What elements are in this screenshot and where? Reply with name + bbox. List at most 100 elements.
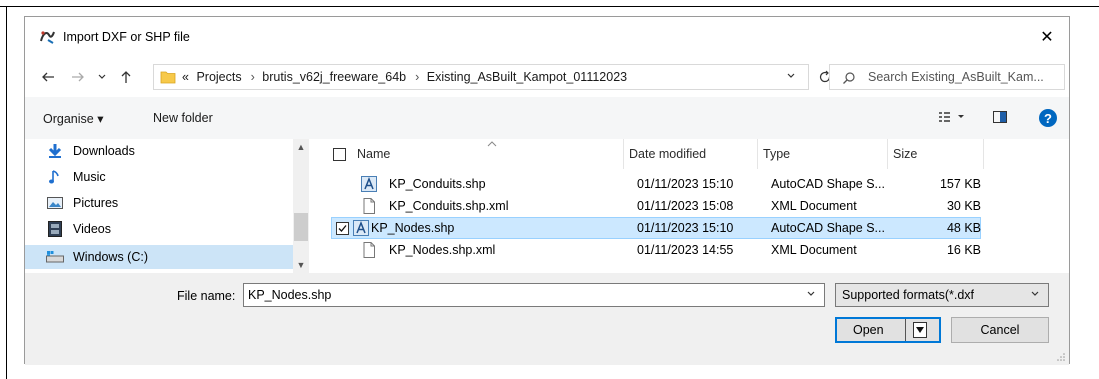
- navigation-pane: Downloads Music Pictures Videos Windows …: [25, 139, 311, 273]
- file-size: 157 KB: [939, 177, 981, 191]
- file-size: 16 KB: [946, 243, 981, 257]
- file-type: XML Document: [771, 199, 857, 213]
- sidebar-item-label: Windows (C:): [73, 250, 149, 264]
- open-button-label: Open: [853, 323, 884, 337]
- column-divider: [983, 139, 984, 169]
- address-dropdown-icon[interactable]: [786, 71, 796, 81]
- file-name-label: File name:: [177, 289, 236, 303]
- help-icon[interactable]: ?: [1039, 109, 1057, 127]
- folder-icon: [160, 71, 176, 84]
- chevron-down-icon: [916, 327, 924, 333]
- breadcrumb-brutis[interactable]: brutis_v62j_freeware_64b: [262, 70, 406, 84]
- breadcrumb-separator: ›: [250, 70, 255, 84]
- download-arrow-icon: [45, 143, 65, 159]
- autocad-shape-icon: [361, 176, 377, 192]
- search-placeholder: Search Existing_AsBuilt_Kam...: [868, 70, 1044, 84]
- back-button[interactable]: [39, 68, 57, 86]
- address-path[interactable]: « Projects › brutis_v62j_freeware_64b › Ex…: [153, 64, 809, 90]
- window-title: Import DXF or SHP file: [63, 30, 190, 44]
- scroll-down-arrow-icon[interactable]: ▼: [293, 257, 309, 273]
- table-row[interactable]: KP_Nodes.shp.xml 01/11/2023 14:55 XML Do…: [331, 239, 981, 261]
- split-divider: [905, 319, 906, 341]
- file-name-field[interactable]: KP_Nodes.shp: [243, 283, 825, 307]
- column-divider: [623, 139, 624, 169]
- breadcrumb-existing-asbuilt[interactable]: Existing_AsBuilt_Kampot_01112023: [427, 70, 627, 84]
- table-row[interactable]: KP_Conduits.shp 01/11/2023 15:10 AutoCAD…: [331, 173, 981, 195]
- file-date: 01/11/2023 14:55: [637, 243, 734, 257]
- cancel-button[interactable]: Cancel: [951, 317, 1049, 343]
- document-icon: [363, 198, 375, 214]
- view-list-icon: [939, 112, 964, 122]
- preview-pane-button[interactable]: [993, 111, 1007, 126]
- table-row[interactable]: KP_Conduits.shp.xml 01/11/2023 15:08 XML…: [331, 195, 981, 217]
- close-icon: ✕: [1040, 29, 1054, 46]
- content-area: Downloads Music Pictures Videos Windows …: [25, 139, 1069, 273]
- pictures-icon: [45, 195, 65, 211]
- command-bar: Organise ▾ New folder ?: [25, 97, 1069, 139]
- column-header-size[interactable]: Size: [893, 139, 917, 169]
- organise-button[interactable]: Organise ▾: [43, 111, 103, 126]
- breadcrumb-projects[interactable]: Projects: [196, 70, 241, 84]
- search-input[interactable]: Search Existing_AsBuilt_Kam...: [829, 64, 1065, 90]
- column-header-date[interactable]: Date modified: [629, 139, 706, 169]
- file-type: AutoCAD Shape S...: [771, 221, 885, 235]
- breadcrumb-overflow[interactable]: «: [182, 70, 189, 84]
- forward-arrow-icon: [72, 72, 84, 82]
- new-folder-button[interactable]: New folder: [153, 111, 213, 125]
- sidebar-item-pictures[interactable]: Pictures: [45, 191, 307, 215]
- file-name: KP_Conduits.shp.xml: [389, 199, 509, 213]
- column-divider: [757, 139, 758, 169]
- import-dialog: Import DXF or SHP file ✕ « Projects › bru…: [24, 16, 1070, 365]
- sidebar-item-downloads[interactable]: Downloads: [45, 139, 307, 163]
- column-header-name[interactable]: Name: [357, 139, 390, 169]
- address-bar: « Projects › brutis_v62j_freeware_64b › Ex…: [25, 57, 1069, 97]
- file-date: 01/11/2023 15:10: [637, 221, 734, 235]
- back-arrow-icon: [42, 72, 54, 82]
- resize-grip-icon[interactable]: [1056, 352, 1066, 362]
- sidebar-item-label: Pictures: [73, 196, 119, 210]
- close-button[interactable]: ✕: [1025, 17, 1069, 57]
- file-type-filter-value: Supported formats(*.dxf: [842, 288, 975, 302]
- preview-pane-icon: [993, 111, 1007, 123]
- scrollbar-thumb[interactable]: [294, 213, 308, 241]
- open-button[interactable]: Open: [835, 317, 941, 343]
- column-divider: [887, 139, 888, 169]
- recent-locations-button[interactable]: [93, 68, 111, 86]
- navigation-scrollbar[interactable]: ▲ ▼: [293, 139, 309, 273]
- row-checkbox-checked[interactable]: [336, 222, 349, 235]
- drive-icon: [45, 249, 65, 265]
- search-icon: [843, 72, 855, 84]
- file-size: 48 KB: [946, 221, 981, 235]
- file-type-filter[interactable]: Supported formats(*.dxf: [835, 283, 1049, 307]
- sidebar-item-label: Videos: [73, 222, 111, 236]
- column-header-type[interactable]: Type: [763, 139, 790, 169]
- videos-icon: [45, 221, 65, 237]
- checkmark-icon: [338, 225, 347, 232]
- sidebar-item-label: Music: [73, 170, 106, 184]
- open-options-dropdown[interactable]: [913, 322, 927, 338]
- background-border-left: [6, 6, 7, 379]
- table-row-selected[interactable]: KP_Nodes.shp 01/11/2023 15:10 AutoCAD Sh…: [331, 217, 981, 239]
- sort-ascending-icon: [487, 141, 497, 147]
- sidebar-item-music[interactable]: Music: [45, 165, 307, 189]
- view-options-button[interactable]: [939, 111, 969, 126]
- file-size: 30 KB: [946, 199, 981, 213]
- breadcrumb-separator: ›: [415, 70, 420, 84]
- chevron-down-icon[interactable]: [806, 289, 816, 299]
- up-button[interactable]: [117, 68, 135, 86]
- select-all-checkbox[interactable]: [333, 148, 346, 161]
- file-name-value: KP_Nodes.shp: [248, 288, 332, 302]
- file-name: KP_Nodes.shp.xml: [389, 243, 496, 257]
- chevron-down-icon: [98, 74, 106, 79]
- file-type: AutoCAD Shape S...: [771, 177, 885, 191]
- file-type: XML Document: [771, 243, 857, 257]
- sidebar-item-windows-drive[interactable]: Windows (C:): [25, 245, 293, 269]
- forward-button[interactable]: [69, 68, 87, 86]
- file-name: KP_Conduits.shp: [389, 177, 486, 191]
- autocad-shape-icon: [353, 220, 369, 236]
- background-border-top: [0, 6, 1099, 7]
- sidebar-item-videos[interactable]: Videos: [45, 217, 307, 241]
- breadcrumb: « Projects › brutis_v62j_freeware_64b › Ex…: [182, 70, 631, 84]
- file-date: 01/11/2023 15:08: [637, 199, 734, 213]
- scroll-up-arrow-icon[interactable]: ▲: [293, 139, 309, 155]
